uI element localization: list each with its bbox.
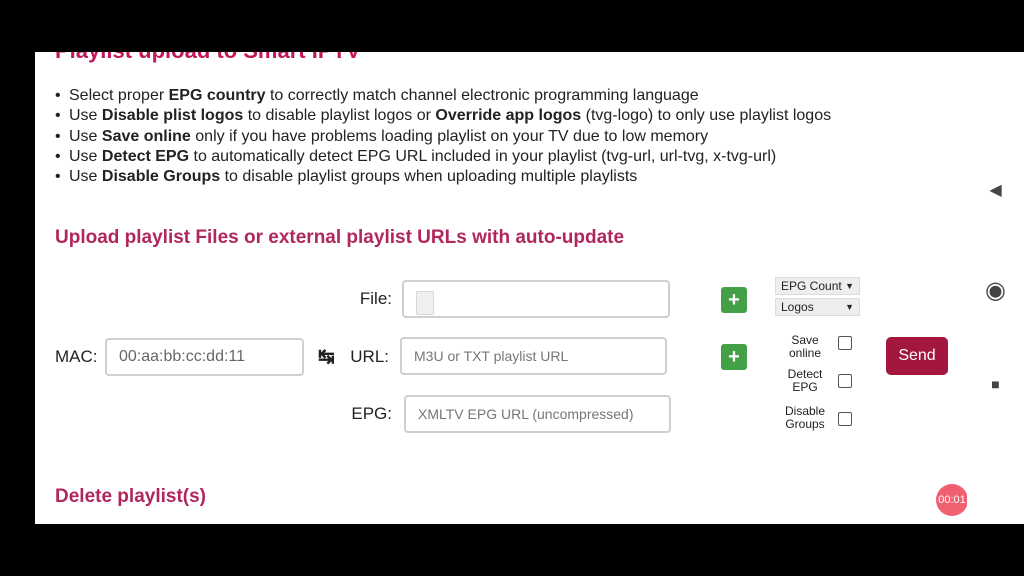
- save-online-label: Save online: [788, 333, 822, 360]
- tip-item: Select proper EPG country to correctly m…: [55, 86, 831, 106]
- android-nav-bar: ◀ ◉ ■: [967, 52, 1024, 524]
- tip-text: to automatically detect EPG URL included…: [189, 147, 777, 165]
- epg-url-input[interactable]: [404, 395, 671, 433]
- tip-keyword: Save online: [101, 127, 191, 145]
- url-label: URL:: [350, 347, 389, 366]
- tip-text: (tvg-logo) to only use playlist logos: [581, 107, 832, 125]
- page-title: Playlist upload to Smart IPTV: [55, 52, 361, 64]
- recording-timer-badge: 00:01: [936, 484, 967, 516]
- chevron-down-icon: ▼: [845, 281, 854, 291]
- url-input[interactable]: [400, 337, 667, 375]
- home-icon[interactable]: ◉: [967, 276, 1024, 305]
- add-file-button[interactable]: +: [721, 287, 747, 313]
- mac-label: MAC:: [55, 347, 98, 366]
- tips-list: Select proper EPG country to correctly m…: [55, 86, 831, 187]
- file-label: File:: [359, 289, 392, 308]
- disable-groups-checkbox[interactable]: [838, 412, 852, 426]
- file-input[interactable]: [402, 280, 670, 318]
- tip-text: Use: [69, 107, 102, 125]
- delete-section-title[interactable]: Delete playlist(s): [55, 486, 206, 508]
- logos-value: Logos: [781, 300, 814, 314]
- disable-groups-label: Disable Groups: [784, 404, 826, 431]
- back-icon[interactable]: ◀: [967, 180, 1024, 200]
- tip-item: Use Detect EPG to automatically detect E…: [55, 147, 831, 167]
- epg-country-value: EPG Count: [781, 279, 842, 293]
- tip-item: Use Disable plist logos to disable playl…: [55, 106, 831, 126]
- tip-keyword: Override app logos: [435, 107, 582, 125]
- tip-text: Select proper: [69, 87, 169, 104]
- epg-country-select[interactable]: EPG Count ▼: [775, 277, 860, 295]
- tip-text: to disable playlist logos or: [243, 107, 436, 125]
- tip-text: only if you have problems loading playli…: [190, 127, 709, 145]
- recents-icon[interactable]: ■: [967, 376, 1024, 392]
- tip-item: Use Save online only if you have problem…: [55, 127, 831, 147]
- epg-label: EPG:: [351, 404, 392, 423]
- tip-keyword: Disable Groups: [101, 168, 221, 186]
- tip-text: Use: [69, 127, 102, 145]
- chevron-down-icon: ▼: [845, 302, 854, 312]
- detect-epg-label: Detect EPG: [787, 367, 823, 394]
- tip-item: Use Disable Groups to disable playlist g…: [55, 167, 831, 187]
- tip-text: to correctly match channel electronic pr…: [265, 87, 699, 104]
- save-online-checkbox[interactable]: [838, 336, 852, 350]
- file-choose-button[interactable]: [416, 291, 434, 315]
- logos-select[interactable]: Logos ▼: [775, 298, 860, 316]
- mac-field[interactable]: [105, 338, 304, 376]
- tip-keyword: EPG country: [168, 87, 266, 104]
- add-url-button[interactable]: +: [721, 344, 747, 370]
- tip-keyword: Detect EPG: [101, 147, 190, 165]
- send-button[interactable]: Send: [886, 337, 948, 375]
- tip-text: Use: [69, 147, 102, 165]
- tip-keyword: Disable plist logos: [101, 107, 244, 125]
- detect-epg-checkbox[interactable]: [838, 374, 852, 388]
- tip-text: to disable playlist groups when uploadin…: [220, 168, 638, 186]
- swap-icon[interactable]: ↹: [318, 344, 335, 369]
- tip-text: Use: [69, 168, 102, 186]
- web-page: Playlist upload to Smart IPTV Select pro…: [35, 52, 967, 524]
- upload-section-title: Upload playlist Files or external playli…: [55, 227, 625, 248]
